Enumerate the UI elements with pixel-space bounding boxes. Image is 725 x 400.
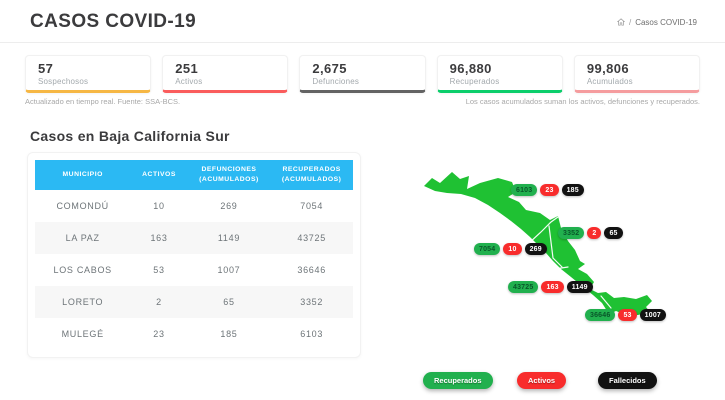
table-row-mulege: MULEGÉ 23 185 6103 bbox=[35, 318, 353, 350]
stat-label: Acumulados bbox=[586, 77, 633, 86]
recovered-badge: 3352 bbox=[558, 227, 585, 239]
page-title: CASOS COVID-19 bbox=[30, 11, 197, 32]
stat-value: 96,880 bbox=[449, 61, 492, 76]
municipality-table: MUNICIPIO ACTIVOS DEFUNCIONES (ACUMULADOS… bbox=[35, 160, 353, 350]
breadcrumb: / Casos COVID-19 bbox=[616, 17, 697, 27]
legend-recuperados-button[interactable]: Recuperados bbox=[423, 372, 493, 389]
cell-defunciones: 65 bbox=[223, 297, 235, 308]
table-row-comondu: COMONDÚ 10 269 7054 bbox=[35, 190, 353, 222]
cell-defunciones: 185 bbox=[220, 329, 238, 340]
active-badge: 23 bbox=[540, 184, 559, 196]
map-badges-comondu: 7054 10 269 bbox=[474, 243, 547, 255]
recovered-badge: 36646 bbox=[585, 309, 616, 321]
update-note: Actualizado en tiempo real. Fuente: SSA-… bbox=[25, 97, 181, 106]
cell-recuperados: 7054 bbox=[300, 201, 324, 212]
cell-activos: 10 bbox=[153, 201, 165, 212]
active-badge: 10 bbox=[503, 243, 522, 255]
breadcrumb-separator: / bbox=[628, 17, 632, 27]
deaths-badge: 1007 bbox=[639, 309, 667, 321]
deaths-badge: 1149 bbox=[566, 281, 593, 293]
active-badge: 2 bbox=[587, 227, 602, 239]
map-badges-mulege: 6103 23 185 bbox=[511, 184, 584, 196]
stat-label: Activos bbox=[175, 77, 203, 86]
stats-row: 57 Sospechosos 251 Activos 2,675 Defunci… bbox=[25, 55, 701, 93]
stat-value: 57 bbox=[38, 61, 54, 76]
breadcrumb-current[interactable]: Casos COVID-19 bbox=[635, 18, 697, 27]
map-panel: 6103 23 185 3352 2 65 7054 10 269 43725 … bbox=[415, 150, 715, 398]
stat-card-recuperados: 96,880 Recuperados bbox=[436, 55, 563, 93]
home-icon[interactable] bbox=[616, 18, 625, 26]
cell-municipio: LOS CABOS bbox=[53, 265, 112, 276]
map-badges-lapaz: 43725 163 1149 bbox=[508, 281, 593, 293]
deaths-badge: 185 bbox=[561, 184, 584, 196]
stat-value: 2,675 bbox=[312, 61, 347, 76]
cell-activos: 23 bbox=[153, 329, 165, 340]
section-title: Casos en Baja California Sur bbox=[30, 128, 230, 144]
cell-municipio: COMONDÚ bbox=[56, 201, 109, 212]
table-header-row: MUNICIPIO ACTIVOS DEFUNCIONES (ACUMULADOS… bbox=[35, 160, 353, 191]
cell-municipio: MULEGÉ bbox=[61, 329, 104, 340]
recovered-badge: 6103 bbox=[511, 184, 538, 196]
bcs-map bbox=[424, 172, 652, 315]
cell-municipio: LORETO bbox=[62, 297, 104, 308]
table-row-lapaz: LA PAZ 163 1149 43725 bbox=[35, 222, 353, 255]
map-badges-loreto: 3352 2 65 bbox=[558, 227, 623, 239]
municipality-table-card: MUNICIPIO ACTIVOS DEFUNCIONES (ACUMULADOS… bbox=[27, 152, 361, 359]
cell-municipio: LA PAZ bbox=[65, 233, 100, 244]
cell-activos: 53 bbox=[153, 265, 165, 276]
table-row-loscabos: LOS CABOS 53 1007 36646 bbox=[35, 254, 353, 286]
col-header-municipio: MUNICIPIO bbox=[62, 171, 103, 179]
recovered-badge: 7054 bbox=[474, 243, 501, 255]
deaths-badge: 65 bbox=[604, 227, 623, 239]
col-header-activos: ACTIVOS bbox=[142, 171, 176, 179]
stat-label: Sospechosos bbox=[38, 77, 89, 86]
cell-defunciones: 1149 bbox=[217, 233, 241, 244]
stat-card-defunciones: 2,675 Defunciones bbox=[299, 55, 426, 93]
cell-activos: 163 bbox=[150, 233, 168, 244]
stat-label: Defunciones bbox=[312, 77, 360, 86]
active-badge: 53 bbox=[618, 309, 637, 321]
legend-activos-button[interactable]: Activos bbox=[517, 372, 567, 389]
cell-recuperados: 3352 bbox=[300, 297, 324, 308]
stat-label: Recuperados bbox=[449, 77, 500, 86]
col-header-defunciones: DEFUNCIONES (ACUMULADOS) bbox=[199, 166, 259, 184]
col-header-recuperados: RECUPERADOS (ACUMULADOS) bbox=[281, 166, 342, 184]
legend-fallecidos-button[interactable]: Fallecidos bbox=[598, 372, 657, 389]
table-row-loreto: LORETO 2 65 3352 bbox=[35, 286, 353, 319]
cell-recuperados: 43725 bbox=[297, 233, 326, 244]
recovered-badge: 43725 bbox=[508, 281, 539, 293]
page-header: CASOS COVID-19 / Casos COVID-19 bbox=[0, 0, 725, 43]
map-badges-loscabos: 36646 53 1007 bbox=[585, 309, 667, 321]
stat-card-sospechosos: 57 Sospechosos bbox=[25, 55, 152, 93]
sum-note: Los casos acumulados suman los activos, … bbox=[465, 97, 700, 106]
stat-value: 99,806 bbox=[586, 61, 629, 76]
notes-row: Actualizado en tiempo real. Fuente: SSA-… bbox=[25, 97, 700, 106]
cell-recuperados: 6103 bbox=[300, 329, 324, 340]
stat-card-activos: 251 Activos bbox=[162, 55, 289, 93]
stat-value: 251 bbox=[175, 61, 199, 76]
cell-defunciones: 1007 bbox=[217, 265, 241, 276]
stat-card-acumulados: 99,806 Acumulados bbox=[573, 55, 701, 93]
deaths-badge: 269 bbox=[524, 243, 547, 255]
active-badge: 163 bbox=[541, 281, 564, 293]
cell-activos: 2 bbox=[156, 297, 162, 308]
cell-defunciones: 269 bbox=[220, 201, 238, 212]
cell-recuperados: 36646 bbox=[297, 265, 326, 276]
